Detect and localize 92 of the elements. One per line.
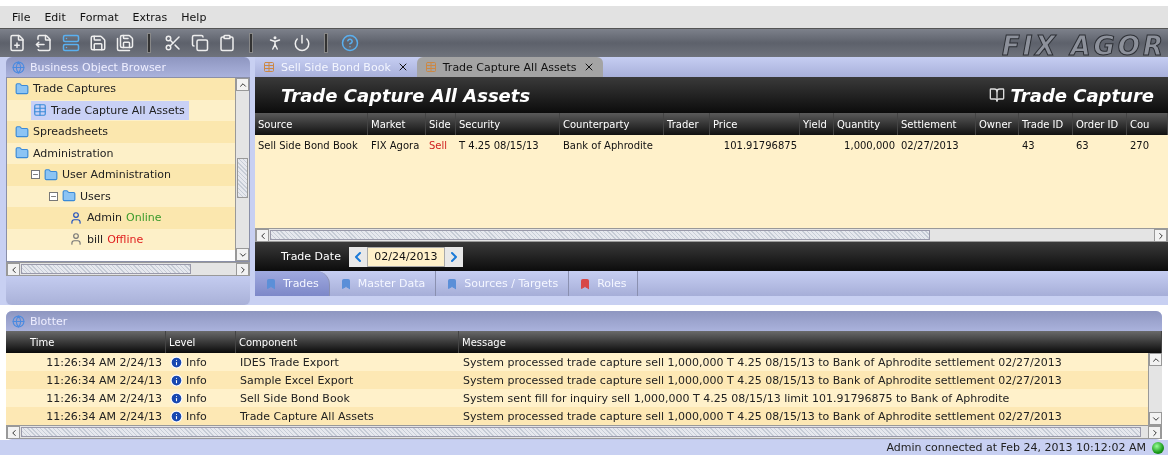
folder-icon <box>15 124 29 139</box>
scroll-arrow-button[interactable] <box>236 248 249 261</box>
view-title: Trade Capture All Assets <box>281 84 531 106</box>
table-cell-text: 63 <box>1075 138 1090 153</box>
horizontal-scrollbar[interactable] <box>6 425 1162 439</box>
table-cell-text: Sell Side Bond Book <box>257 138 359 153</box>
folder-icon <box>15 146 29 161</box>
export-icon[interactable] <box>35 34 53 52</box>
status-label: Online <box>126 211 162 225</box>
table-cell-text: T 4.25 08/15/13 <box>458 138 540 153</box>
previous-button[interactable] <box>348 246 367 267</box>
tree-item[interactable]: Trade Capture All Assets <box>31 100 189 120</box>
scroll-arrow-button[interactable] <box>236 263 249 276</box>
menu-item[interactable]: File <box>6 10 37 24</box>
table-cell-text: Bank of Aphrodite <box>562 138 654 153</box>
logo: FIX AGOR <box>1001 31 1166 61</box>
table-cell: Info <box>186 355 207 369</box>
table-cell: Info <box>186 373 207 387</box>
vertical-scrollbar[interactable] <box>1148 353 1162 425</box>
view-type: Trade Capture <box>1010 84 1154 106</box>
scroll-arrow-button[interactable] <box>1154 229 1167 242</box>
scroll-arrow-button[interactable] <box>1149 353 1162 366</box>
user-icon <box>69 232 83 247</box>
help-icon[interactable] <box>341 34 359 52</box>
table-cell-text: 02/27/2013 <box>900 138 960 153</box>
scroll-arrow-button[interactable] <box>7 426 20 439</box>
status-label: Offline <box>107 232 144 246</box>
globe-icon <box>12 314 25 328</box>
user-icon <box>69 210 83 225</box>
table-cell-text: Trade Capture All Assets <box>239 408 375 425</box>
next-button[interactable] <box>444 246 463 267</box>
cut-icon[interactable] <box>164 34 182 52</box>
table-cell-text: 101.91796875 <box>722 138 798 153</box>
save-icon[interactable] <box>89 34 107 52</box>
table-cell: Info <box>186 391 207 405</box>
copy-icon[interactable] <box>191 34 209 52</box>
status-text: Admin connected at Feb 24, 2013 10:12:02 AM <box>886 441 1146 454</box>
table-cell-text: Sample Excel Export <box>239 372 355 389</box>
table-cell-text: Sell Side Bond Book <box>239 390 351 407</box>
panel-title: Business Object Browser <box>30 60 166 74</box>
table-cell-text: 11:26:34 AM 2/24/13 <box>45 390 163 407</box>
table-cell-text: 11:26:34 AM 2/24/13 <box>45 354 163 371</box>
editor-tab[interactable]: Trade Capture All Assets <box>416 57 603 77</box>
table-icon <box>33 103 47 118</box>
table-cell-text: 11:26:34 AM 2/24/13 <box>45 372 163 389</box>
menu-item[interactable]: Extras <box>126 10 174 24</box>
paste-icon[interactable] <box>218 34 236 52</box>
new-window-icon[interactable] <box>8 34 26 52</box>
horizontal-scrollbar[interactable] <box>255 228 1168 242</box>
collapse-icon[interactable] <box>49 191 58 201</box>
collapse-icon[interactable] <box>31 170 40 180</box>
folder-icon <box>62 189 76 204</box>
table-cell-text: 1,000,000 <box>843 138 896 153</box>
power-icon[interactable] <box>293 34 311 52</box>
horizontal-scrollbar[interactable] <box>6 262 250 276</box>
table-icon <box>263 61 275 73</box>
scroll-arrow-button[interactable] <box>7 263 20 276</box>
folder-icon <box>44 167 58 182</box>
database-icon[interactable] <box>62 34 80 52</box>
menu-item[interactable]: Help <box>175 10 213 24</box>
table-cell-text: System processed trade capture sell 1,000,000 T 4.25 08/15/13 to Bank of Aphrodite settlement 02/27/2013 <box>462 408 1063 425</box>
table-cell: Info <box>186 409 207 423</box>
table-cell-text: FIX Agora <box>370 138 421 153</box>
globe-icon <box>12 60 25 74</box>
scroll-thumb[interactable] <box>237 158 248 198</box>
scroll-arrow-button[interactable] <box>236 78 249 91</box>
folder-icon <box>15 81 29 96</box>
table-cell-text: System sent fill for inquiry sell 1,000,000 T 4.25 08/15/13 limit 101.91796875 to Bank of Aphrodite <box>462 390 1011 407</box>
info-icon <box>170 391 183 405</box>
field-label: Trade Date <box>281 250 341 263</box>
table-cell-text: 43 <box>1021 138 1036 153</box>
info-icon <box>170 355 183 369</box>
table-icon <box>424 61 437 73</box>
menu-item[interactable]: Format <box>73 10 125 24</box>
date-field[interactable]: 02/24/2013 <box>366 246 445 267</box>
scroll-arrow-button[interactable] <box>256 229 269 242</box>
scroll-arrow-button[interactable] <box>1148 426 1161 439</box>
info-icon <box>170 409 183 423</box>
table-cell-text: 270 <box>1129 138 1151 153</box>
book-icon <box>988 87 1005 103</box>
save-all-icon[interactable] <box>116 34 134 52</box>
table-cell-text: IDES Trade Export <box>239 354 340 371</box>
vertical-scrollbar[interactable] <box>235 78 249 261</box>
table-cell-text: System processed trade capture sell 1,000,000 T 4.25 08/15/13 to Bank of Aphrodite settlement 02/27/2013 <box>462 354 1063 371</box>
connection-status-icon <box>1152 441 1164 454</box>
menu-item[interactable]: Edit <box>38 10 72 24</box>
table-cell-text: 11:26:34 AM 2/24/13 <box>45 408 163 425</box>
table-cell-text: System processed trade capture sell 1,000,000 T 4.25 08/15/13 to Bank of Aphrodite settlement 02/27/2013 <box>462 372 1063 389</box>
table-cell-text: Sell <box>428 138 449 153</box>
info-icon <box>170 373 183 387</box>
panel-title: Blotter <box>30 314 68 328</box>
scroll-arrow-button[interactable] <box>1149 412 1162 425</box>
